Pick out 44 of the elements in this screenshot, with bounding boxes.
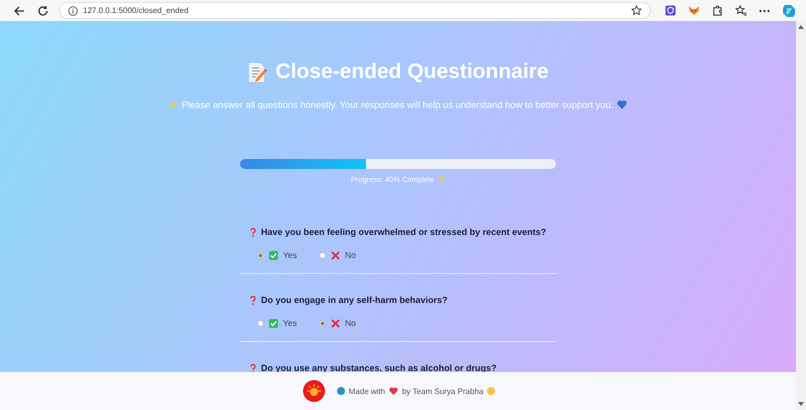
reload-icon[interactable] xyxy=(37,4,49,16)
question-text: Do you engage in any self-harm behaviors? xyxy=(261,295,448,305)
radio-button[interactable] xyxy=(257,320,264,326)
question-mark-icon xyxy=(250,364,256,372)
footer-text: by Team Surya Prabha xyxy=(402,386,484,396)
sparkle-icon xyxy=(437,175,446,183)
option-label: No xyxy=(345,250,356,260)
puzzle-icon[interactable] xyxy=(712,5,723,16)
question-mark-icon xyxy=(250,296,256,304)
page-title: Close-ended Questionnaire xyxy=(275,59,549,85)
globe-icon xyxy=(336,387,345,395)
radio-button[interactable] xyxy=(319,252,326,258)
sparkle-icon xyxy=(168,100,178,108)
question-text: Have you been feeling overwhelmed or stressed by recent events? xyxy=(261,227,546,237)
option-label: Yes xyxy=(283,250,297,260)
footer-text: Made with xyxy=(348,386,386,396)
back-icon[interactable] xyxy=(13,4,25,16)
scroll-up-icon[interactable] xyxy=(798,25,804,29)
assistant-icon[interactable] xyxy=(782,4,796,18)
memo-icon xyxy=(247,62,268,82)
option-label: No xyxy=(345,318,356,328)
address-bar[interactable]: 127.0.0.1:5000/closed_ended xyxy=(59,2,651,19)
heart-icon xyxy=(389,387,398,395)
more-icon[interactable] xyxy=(759,8,770,12)
heart-icon xyxy=(617,100,628,108)
cross-icon xyxy=(331,318,340,328)
option-label: Yes xyxy=(283,318,297,328)
star-icon[interactable] xyxy=(631,5,642,16)
subtitle: Please answer all questions honestly. Your responses will help us understand how to better support you. xyxy=(182,98,614,110)
scrollbar[interactable] xyxy=(796,21,806,410)
question-mark-icon xyxy=(250,228,256,236)
radio-button[interactable] xyxy=(319,320,326,326)
url-text: 127.0.0.1:5000/closed_ended xyxy=(83,6,188,15)
favorites-icon[interactable] xyxy=(735,5,747,16)
sun-logo xyxy=(302,380,325,402)
scroll-down-icon[interactable] xyxy=(798,402,804,406)
fox-icon[interactable] xyxy=(688,5,700,16)
shield-icon[interactable] xyxy=(665,5,676,16)
question-text: Do you use any substances, such as alcohol or drugs? xyxy=(261,363,497,373)
check-box-icon xyxy=(269,250,278,260)
info-icon[interactable] xyxy=(68,6,78,16)
cross-icon xyxy=(331,250,340,260)
radio-button[interactable] xyxy=(257,252,264,258)
check-box-icon xyxy=(269,318,278,328)
